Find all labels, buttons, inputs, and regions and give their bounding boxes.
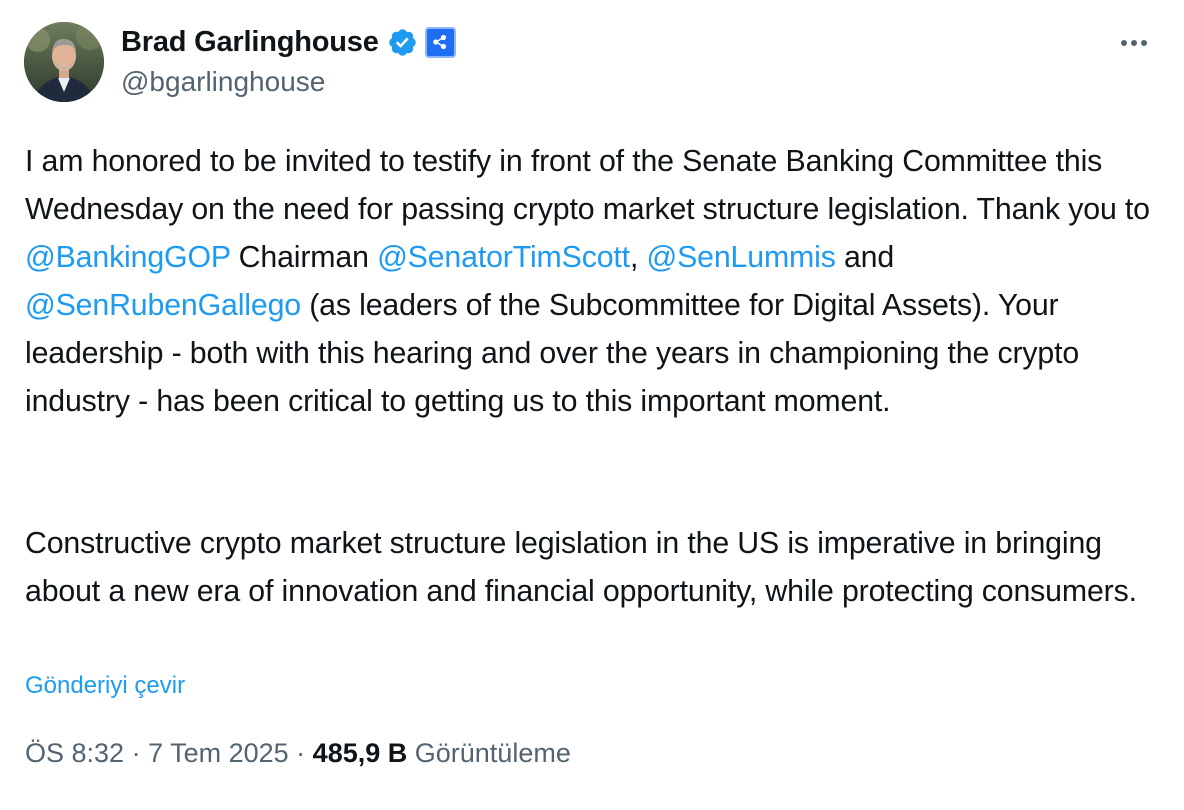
affiliate-badge-icon[interactable] xyxy=(424,26,456,58)
mention-link[interactable]: @SenLummis xyxy=(646,241,835,274)
views-label: Görüntüleme xyxy=(414,738,571,768)
author-name[interactable]: Brad Garlinghouse xyxy=(121,26,379,59)
tweet-text: and xyxy=(835,240,895,274)
verified-badge-icon[interactable] xyxy=(387,27,418,58)
tweet-text: Chairman xyxy=(230,240,378,274)
tweet-text: I am honored to be invited to testify in… xyxy=(25,145,1150,226)
tweet-date[interactable]: 7 Tem 2025 xyxy=(148,738,289,768)
tweet-text-paragraph-2: Constructive crypto market structure leg… xyxy=(25,527,1137,608)
mention-link[interactable]: @SenRubenGallego xyxy=(25,289,301,322)
views-count: 485,9 B xyxy=(312,738,408,768)
meta-separator: · xyxy=(288,738,313,768)
translate-post-link[interactable]: Gönderiyi çevir xyxy=(25,672,185,700)
tweet-time[interactable]: ÖS 8:32 xyxy=(25,738,124,768)
tweet-text: , xyxy=(629,240,647,274)
avatar-photo xyxy=(24,22,104,102)
mention-link[interactable]: @BankingGOP xyxy=(25,241,231,274)
more-options-button[interactable] xyxy=(1116,26,1152,60)
tweet-meta: ÖS 8:32 · 7 Tem 2025 · 485,9 B Görüntüle… xyxy=(25,738,571,769)
tweet-text-paragraph-1: I am honored to be invited to testify in… xyxy=(25,138,1170,425)
author-handle[interactable]: @bgarlinghouse xyxy=(121,66,456,98)
ellipsis-icon-dot xyxy=(1141,40,1147,46)
meta-separator: · xyxy=(124,738,149,768)
author-name-row: Brad Garlinghouse xyxy=(121,22,456,62)
mention-link[interactable]: @SenatorTimScott xyxy=(377,241,630,274)
tweet-card: Brad Garlinghouse @bgarlinghouse I am ho… xyxy=(0,0,1184,810)
avatar[interactable] xyxy=(24,22,104,102)
author-block: Brad Garlinghouse @bgarlinghouse xyxy=(121,22,456,98)
ellipsis-icon-dot xyxy=(1131,40,1137,46)
ellipsis-icon-dot xyxy=(1121,40,1127,46)
